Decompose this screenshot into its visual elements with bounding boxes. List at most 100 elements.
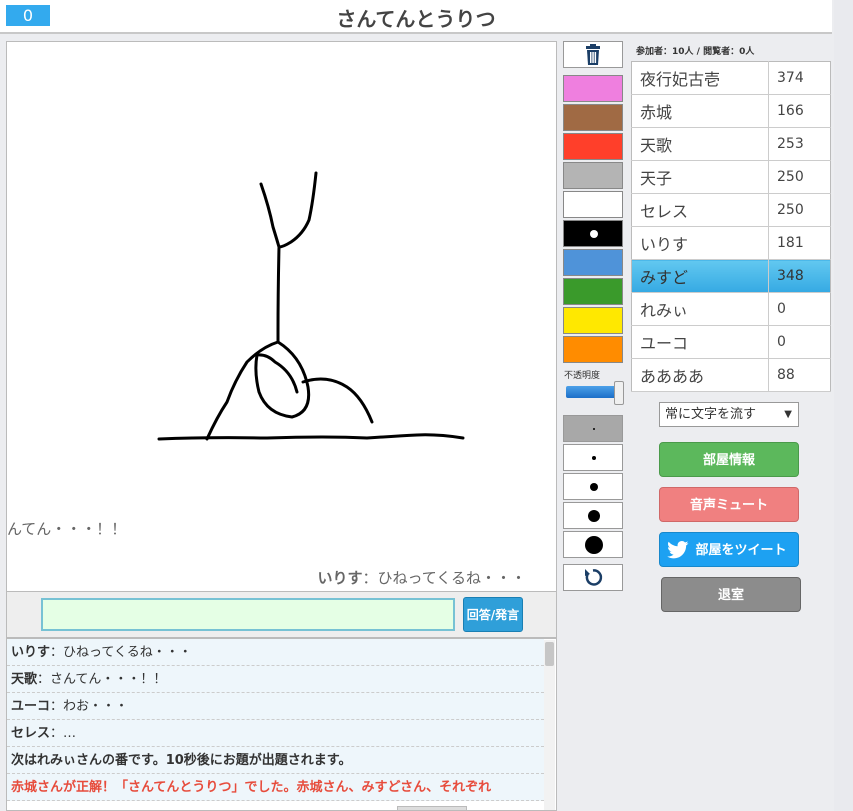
player-score: 88 — [768, 358, 831, 392]
chat-text: ：わお・・・ — [50, 699, 129, 714]
flowing-message-left: んてん・・・！！ — [7, 520, 127, 538]
stroke-trunk — [276, 245, 281, 344]
player-score: 0 — [768, 292, 831, 326]
tweet-room-button[interactable]: 部屋をツイート — [659, 532, 799, 567]
brush-size-3[interactable] — [563, 473, 623, 500]
drawing-strokes — [157, 171, 465, 441]
chat-author: ユーコ — [11, 699, 51, 714]
brush-size-2[interactable] — [563, 444, 623, 471]
color-swatch-brown[interactable] — [563, 104, 623, 131]
player-row: みすど 348 — [631, 259, 831, 293]
chat-scrollbar[interactable] — [544, 640, 555, 810]
chat-scrollbar-thumb[interactable] — [545, 642, 554, 666]
player-score: 253 — [768, 127, 831, 161]
brush-dot-icon — [593, 428, 595, 430]
brush-dot-icon — [590, 483, 598, 491]
stroke-knot — [254, 340, 311, 419]
player-row: れみぃ 0 — [631, 292, 831, 326]
player-score: 374 — [768, 61, 831, 95]
text-flow-select[interactable]: 常に文字を流す ▼ — [659, 402, 799, 427]
undo-button[interactable] — [563, 564, 623, 591]
bottom-tab — [397, 806, 467, 811]
player-name: 赤城 — [631, 94, 769, 128]
opacity-slider[interactable] — [566, 381, 624, 405]
brush-size-5[interactable] — [563, 531, 623, 558]
opacity-slider-track — [566, 386, 618, 398]
chevron-down-icon: ▼ — [784, 409, 792, 420]
chat-author: セレス — [11, 726, 51, 741]
chat-author: いりす — [11, 645, 51, 660]
correct-answer-message: 赤城さんが正解！「さんてんとうりつ」でした。赤城さん、みすどさん、それぞれ — [7, 774, 544, 801]
player-name: セレス — [631, 193, 769, 227]
player-score: 348 — [768, 259, 831, 293]
color-swatch-pink[interactable] — [563, 75, 623, 102]
chat-message: ユーコ：わお・・・ — [7, 693, 544, 720]
chat-message: 天歌：さんてん・・・！！ — [7, 666, 544, 693]
room-info-button[interactable]: 部屋情報 — [659, 442, 799, 477]
participant-count: 参加者：10人 / 閲覧者：0人 — [636, 47, 755, 57]
player-row: 夜行妃古壱 374 — [631, 61, 831, 95]
answer-input[interactable] — [41, 598, 455, 631]
brush-dot-icon — [592, 456, 596, 460]
brush-size-4[interactable] — [563, 502, 623, 529]
player-score: 166 — [768, 94, 831, 128]
player-name: れみぃ — [631, 292, 769, 326]
color-swatch-red[interactable] — [563, 133, 623, 160]
player-name: ああああ — [631, 358, 769, 392]
drawing-canvas[interactable]: んてん・・・！！ いりす：ひねってくるね・・・ — [6, 41, 557, 592]
selected-indicator-icon — [590, 230, 598, 238]
player-name: みすど — [631, 259, 769, 293]
undo-icon — [585, 569, 603, 586]
color-swatch-yellow[interactable] — [563, 307, 623, 334]
brush-dot-icon — [588, 510, 600, 522]
player-row: セレス 250 — [631, 193, 831, 227]
player-score: 0 — [768, 325, 831, 359]
system-message: 次はれみぃさんの番です。10秒後にお題が出題されます。 — [7, 747, 544, 774]
chat-text: ：さんてん・・・！！ — [37, 672, 167, 687]
answer-bar: 回答/発言 — [6, 592, 557, 638]
color-swatch-black-selected[interactable] — [563, 220, 623, 247]
brush-size-1[interactable] — [563, 415, 623, 442]
player-score-table: 夜行妃古壱 374 赤城 166 天歌 253 天子 250 セレス 250 いりす 181 みすど 34… — [631, 61, 831, 392]
stroke-hump — [301, 377, 374, 424]
right-edge-strip — [834, 0, 853, 811]
player-score: 250 — [768, 193, 831, 227]
color-swatch-gray[interactable] — [563, 162, 623, 189]
chat-message: いりす：ひねってくるね・・・ — [7, 639, 544, 666]
stroke-left-branch — [259, 182, 281, 249]
clear-canvas-button[interactable] — [563, 41, 623, 68]
audio-mute-button[interactable]: 音声ミュート — [659, 487, 799, 522]
page-title: さんてんとうりつ — [336, 7, 496, 31]
flowing-message-right: いりす：ひねってくるね・・・ — [317, 567, 526, 588]
trash-icon — [586, 44, 600, 65]
color-swatch-blue[interactable] — [563, 249, 623, 276]
player-row: 天歌 253 — [631, 127, 831, 161]
player-row: いりす 181 — [631, 226, 831, 260]
opacity-slider-thumb[interactable] — [614, 381, 624, 405]
chat-author: 天歌 — [11, 672, 38, 687]
leave-room-button[interactable]: 退室 — [661, 577, 801, 612]
flowing-message-text: ：ひねってくるね・・・ — [362, 569, 526, 587]
player-name: 夜行妃古壱 — [631, 61, 769, 95]
color-swatch-green[interactable] — [563, 278, 623, 305]
text-flow-select-value: 常に文字を流す — [665, 407, 757, 422]
opacity-label: 不透明度 — [564, 371, 601, 381]
chat-text: ：ひねってくるね・・・ — [50, 645, 192, 660]
twitter-bird-icon — [667, 541, 689, 559]
player-row: ユーコ 0 — [631, 325, 831, 359]
player-score: 181 — [768, 226, 831, 260]
answer-submit-button[interactable]: 回答/発言 — [463, 597, 523, 632]
chat-log[interactable]: いりす：ひねってくるね・・・ 天歌：さんてん・・・！！ ユーコ：わお・・・ セレ… — [6, 638, 557, 811]
player-name: 天歌 — [631, 127, 769, 161]
header-bar: 0 さんてんとうりつ — [0, 0, 832, 34]
stroke-ground — [157, 433, 465, 441]
chat-message: セレス：… — [7, 720, 544, 747]
player-score: 250 — [768, 160, 831, 194]
stroke-right-branch — [277, 171, 318, 249]
player-row: 天子 250 — [631, 160, 831, 194]
player-row: ああああ 88 — [631, 358, 831, 392]
color-swatch-white[interactable] — [563, 191, 623, 218]
player-name: いりす — [631, 226, 769, 260]
player-name: 天子 — [631, 160, 769, 194]
color-swatch-orange[interactable] — [563, 336, 623, 363]
